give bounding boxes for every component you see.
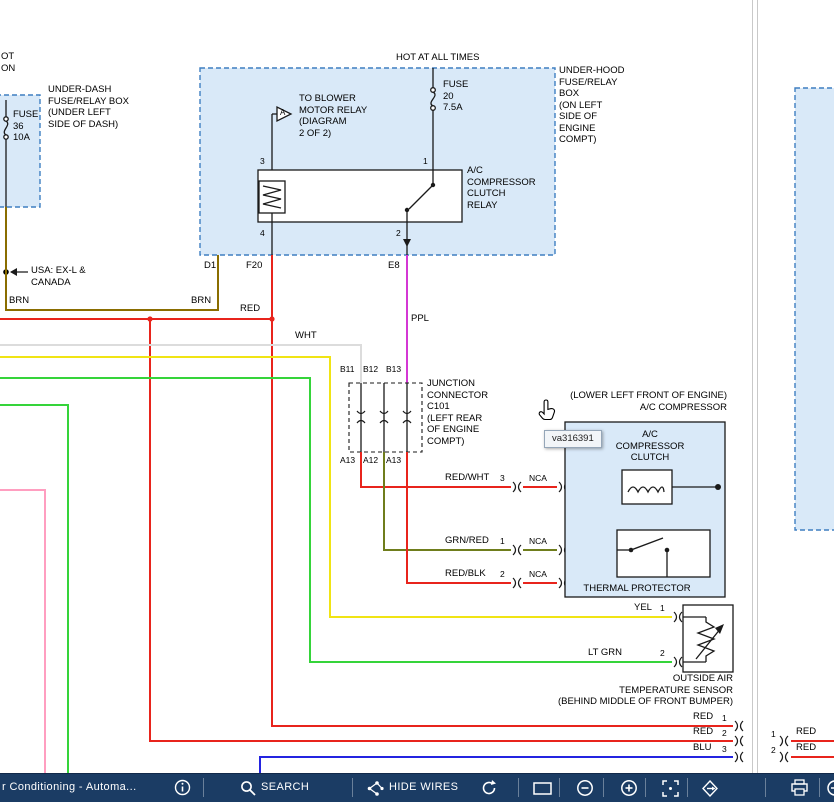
- fuse20-label: FUSE 20 7.5A: [443, 79, 468, 114]
- wire-yel-label: YEL: [634, 602, 652, 614]
- diagram-viewer-window: OT ON UNDER-DASH FUSE/RELAY BOX (UNDER L…: [0, 0, 834, 802]
- search-icon[interactable]: [240, 780, 257, 797]
- fuse36-label: FUSE 36 10A: [13, 109, 38, 144]
- hover-tooltip: va316391: [544, 430, 602, 448]
- relay-pin2-label: 2: [396, 228, 401, 238]
- usa-note-label: USA: EX-L & CANADA: [31, 265, 86, 288]
- bottom-row2-pin: 2: [722, 728, 727, 738]
- relay-pin1-label: 1: [423, 156, 428, 166]
- toolbar-separator: [687, 778, 688, 797]
- page2-row1-pin: 1: [771, 729, 776, 739]
- wire-brn[interactable]: [6, 207, 218, 310]
- zoom-out-icon[interactable]: [576, 779, 594, 797]
- clutch-ground-dot: [715, 484, 721, 490]
- hot-partial-label: OT ON: [1, 51, 15, 74]
- fit-screen-icon[interactable]: [662, 780, 679, 797]
- wire-red-wht-label: RED/WHT: [445, 472, 489, 484]
- info-icon[interactable]: [174, 779, 191, 796]
- wire-grn-red-label: GRN/RED: [445, 535, 489, 547]
- comp-pin2-label: 2: [500, 569, 505, 579]
- toolbar-separator: [203, 778, 204, 797]
- sensor-label: OUTSIDE AIR TEMPERATURE SENSOR (BEHIND M…: [533, 673, 733, 708]
- wire-brn-label-1: BRN: [9, 295, 29, 307]
- nca-label-2: NCA: [529, 536, 547, 546]
- wire-red-blk-label: RED/BLK: [445, 568, 486, 580]
- pan-icon[interactable]: [702, 780, 720, 797]
- comp-pin1-label: 1: [500, 536, 505, 546]
- wire-ppl-label: PPL: [411, 313, 429, 325]
- toolbar-separator: [765, 778, 766, 797]
- wiring-diagram-canvas-page2[interactable]: 1 RED 2 RED: [758, 0, 834, 773]
- hide-wires-icon[interactable]: [366, 780, 384, 797]
- toolbar-separator: [603, 778, 604, 797]
- triangle-a-label: A: [280, 108, 285, 118]
- bottom-row2-wire-label: RED: [693, 726, 713, 738]
- relay-pin4-label: 4: [260, 228, 265, 238]
- wiring-diagram-canvas[interactable]: OT ON UNDER-DASH FUSE/RELAY BOX (UNDER L…: [0, 0, 752, 773]
- page2-row2-wire-label: RED: [796, 742, 816, 754]
- to-blower-label: TO BLOWER MOTOR RELAY (DIAGRAM 2 OF 2): [299, 93, 367, 139]
- under-hood-fuse-relay-box[interactable]: [200, 68, 555, 255]
- connector-d1-label: D1: [204, 260, 216, 272]
- search-button[interactable]: SEARCH: [261, 781, 309, 793]
- relay-pin3-label: 3: [260, 156, 265, 166]
- toolbar-separator: [819, 778, 820, 797]
- wire-lt-grn-label: LT GRN: [588, 647, 622, 659]
- hot-at-all-times-label: HOT AT ALL TIMES: [396, 52, 479, 64]
- compressor-location-label: (LOWER LEFT FRONT OF ENGINE): [540, 390, 727, 402]
- connector-e8-label: E8: [388, 260, 400, 272]
- sensor-pin1-label: 1: [660, 603, 665, 613]
- toolbar-separator: [352, 778, 353, 797]
- connector-f20-label: F20: [246, 260, 262, 272]
- bottom-row1-pin: 1: [722, 713, 727, 723]
- page2-row2-pin: 2: [771, 745, 776, 755]
- outside-air-temp-sensor[interactable]: [683, 605, 733, 672]
- wire-brn-label-2: BRN: [191, 295, 211, 307]
- toolbar-separator: [518, 778, 519, 797]
- page2-inline-connectors: [780, 736, 788, 762]
- toolbar-separator: [559, 778, 560, 797]
- junction-pin-b12: B12: [363, 364, 378, 374]
- wire-pnk[interactable]: [0, 490, 45, 773]
- junction-pin-a13a: A13: [340, 455, 355, 465]
- bottom-row3-pin: 3: [722, 744, 727, 754]
- hand-cursor-icon: [538, 398, 560, 424]
- page2-svg[interactable]: [758, 0, 834, 773]
- fuse36-terminal: [4, 117, 8, 121]
- junction-pin-b11: B11: [340, 364, 355, 374]
- junction-connector-c101[interactable]: [349, 383, 422, 452]
- bottom-row1-wire-label: RED: [693, 711, 713, 723]
- comp-pin3-label: 3: [500, 473, 505, 483]
- hide-wires-button[interactable]: HIDE WIRES: [389, 781, 458, 793]
- refresh-icon[interactable]: [480, 779, 498, 797]
- junction-pin-b13: B13: [386, 364, 401, 374]
- junction-pin-a13b: A13: [386, 455, 401, 465]
- under-hood-box-label: UNDER-HOOD FUSE/RELAY BOX (ON LEFT SIDE …: [559, 65, 624, 146]
- partial-clipped-icon[interactable]: [826, 779, 834, 797]
- page2-fuse-box[interactable]: [795, 88, 834, 530]
- wire-grn-2[interactable]: [0, 405, 68, 773]
- relay-label: A/C COMPRESSOR CLUTCH RELAY: [467, 165, 536, 211]
- nca-label-1: NCA: [529, 473, 547, 483]
- junction-label: JUNCTION CONNECTOR C101 (LEFT REAR OF EN…: [427, 378, 488, 447]
- zoom-in-icon[interactable]: [620, 779, 638, 797]
- region-zoom-icon[interactable]: [533, 782, 553, 796]
- clutch-label: A/C COMPRESSOR CLUTCH: [606, 429, 694, 464]
- print-icon[interactable]: [790, 779, 809, 797]
- wire-blu[interactable]: [260, 757, 733, 773]
- thermal-protector-label: THERMAL PROTECTOR: [563, 583, 711, 595]
- nca-label-3: NCA: [529, 569, 547, 579]
- page2-row1-wire-label: RED: [796, 726, 816, 738]
- under-dash-box-label: UNDER-DASH FUSE/RELAY BOX (UNDER LEFT SI…: [48, 84, 129, 130]
- diagram-title: r Conditioning - Automa...: [2, 781, 137, 793]
- junction-pin-a12: A12: [363, 455, 378, 465]
- clutch-coil: [622, 470, 672, 504]
- compressor-name-label: A/C COMPRESSOR: [540, 402, 727, 414]
- thermal-protector-box: [617, 530, 710, 577]
- sensor-pin2-label: 2: [660, 648, 665, 658]
- bottom-row3-wire-label: BLU: [693, 742, 711, 754]
- toolbar-separator: [645, 778, 646, 797]
- wire-red-label: RED: [240, 303, 260, 315]
- wire-wht-label: WHT: [295, 330, 317, 342]
